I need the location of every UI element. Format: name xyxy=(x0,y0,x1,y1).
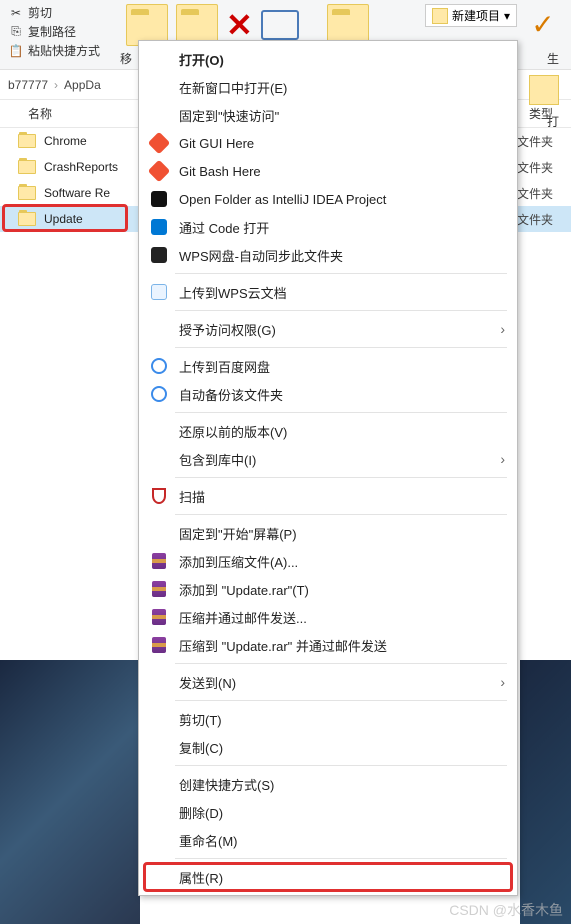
desktop-bg xyxy=(520,660,571,924)
folder-icon xyxy=(18,212,36,226)
ribbon-clipboard-group: ✂剪切 ⎘复制路径 📋粘贴快捷方式 xyxy=(8,4,100,65)
scissors-icon: ✂ xyxy=(8,5,24,21)
menu-restore-versions[interactable]: 还原以前的版本(V) xyxy=(139,417,517,445)
item-type: 文件夹 xyxy=(517,185,571,202)
rename-button[interactable] xyxy=(261,10,299,40)
separator xyxy=(175,273,507,274)
properties-button[interactable]: ✓ xyxy=(523,4,563,44)
copy-path-label: 复制路径 xyxy=(28,23,76,40)
chevron-right-icon: › xyxy=(500,674,505,690)
menu-git-gui[interactable]: Git GUI Here xyxy=(139,129,517,157)
menu-rar-update-email[interactable]: 压缩到 "Update.rar" 并通过邮件发送 xyxy=(139,631,517,659)
cut-button[interactable]: ✂剪切 xyxy=(8,4,100,21)
easy-access-label: 生 xyxy=(547,50,559,67)
desktop-bg xyxy=(0,660,140,924)
item-name: Chrome xyxy=(44,134,87,148)
item-name: Update xyxy=(44,212,83,226)
menu-baidu-upload[interactable]: 上传到百度网盘 xyxy=(139,352,517,380)
shield-icon xyxy=(149,486,169,506)
menu-cut[interactable]: 剪切(T) xyxy=(139,705,517,733)
separator xyxy=(175,514,507,515)
vscode-icon xyxy=(149,217,169,237)
separator xyxy=(175,310,507,311)
rar-icon xyxy=(149,635,169,655)
breadcrumb-seg[interactable]: b77777 xyxy=(8,78,48,92)
ribbon-open-group: 生 打 xyxy=(529,50,559,130)
item-name: CrashReports xyxy=(44,160,118,174)
menu-delete[interactable]: 删除(D) xyxy=(139,798,517,826)
menu-open[interactable]: 打开(O) xyxy=(139,45,517,73)
wps-cloud-icon xyxy=(149,282,169,302)
paste-shortcut-button[interactable]: 📋粘贴快捷方式 xyxy=(8,42,100,59)
folder-icon xyxy=(18,186,36,200)
folder-icon xyxy=(529,75,559,105)
rar-icon xyxy=(149,579,169,599)
separator xyxy=(175,347,507,348)
folder-icon xyxy=(18,160,36,174)
idea-icon xyxy=(149,189,169,209)
baidu-icon xyxy=(149,384,169,404)
path-icon: ⎘ xyxy=(8,24,24,40)
menu-copy[interactable]: 复制(C) xyxy=(139,733,517,761)
separator xyxy=(175,477,507,478)
item-name: Software Re xyxy=(44,186,110,200)
menu-scan[interactable]: 扫描 xyxy=(139,482,517,510)
git-icon xyxy=(149,161,169,181)
chevron-right-icon: › xyxy=(500,451,505,467)
breadcrumb-seg[interactable]: AppDa xyxy=(64,78,101,92)
new-item-label: 新建项目 xyxy=(452,7,500,24)
chevron-right-icon: › xyxy=(500,321,505,337)
baidu-icon xyxy=(149,356,169,376)
chevron-right-icon: › xyxy=(54,78,58,92)
watermark: CSDN @水香木鱼 xyxy=(449,900,563,920)
wps-icon xyxy=(149,245,169,265)
paste-icon: 📋 xyxy=(8,43,24,59)
annotation-highlight xyxy=(143,862,513,892)
separator xyxy=(175,663,507,664)
folder-icon xyxy=(18,134,36,148)
copy-path-button[interactable]: ⎘复制路径 xyxy=(8,23,100,40)
new-folder-icon xyxy=(432,8,448,24)
menu-pin-start[interactable]: 固定到"开始"屏幕(P) xyxy=(139,519,517,547)
menu-create-shortcut[interactable]: 创建快捷方式(S) xyxy=(139,770,517,798)
menu-rar-add[interactable]: 添加到压缩文件(A)... xyxy=(139,547,517,575)
menu-send-to[interactable]: 发送到(N)› xyxy=(139,668,517,696)
menu-git-bash[interactable]: Git Bash Here xyxy=(139,157,517,185)
item-type: 文件夹 xyxy=(517,159,571,176)
paste-shortcut-label: 粘贴快捷方式 xyxy=(28,42,100,59)
menu-grant-access[interactable]: 授予访问权限(G)› xyxy=(139,315,517,343)
rar-icon xyxy=(149,551,169,571)
new-item-dropdown[interactable]: 新建项目 ▾ xyxy=(425,4,517,27)
git-icon xyxy=(149,133,169,153)
menu-baidu-backup[interactable]: 自动备份该文件夹 xyxy=(139,380,517,408)
chevron-down-icon: ▾ xyxy=(504,9,510,23)
separator xyxy=(175,765,507,766)
menu-wps-sync[interactable]: WPS网盘-自动同步此文件夹 xyxy=(139,241,517,269)
item-type: 文件夹 xyxy=(517,211,571,228)
menu-rar-email[interactable]: 压缩并通过邮件发送... xyxy=(139,603,517,631)
menu-rar-update[interactable]: 添加到 "Update.rar"(T) xyxy=(139,575,517,603)
item-type: 文件夹 xyxy=(517,133,571,150)
cut-label: 剪切 xyxy=(28,4,52,21)
separator xyxy=(175,412,507,413)
menu-rename[interactable]: 重命名(M) xyxy=(139,826,517,854)
separator xyxy=(175,700,507,701)
separator xyxy=(175,858,507,859)
move-label: 移 xyxy=(120,50,132,67)
context-menu: 打开(O) 在新窗口中打开(E) 固定到"快速访问" Git GUI Here … xyxy=(138,40,518,896)
menu-intellij[interactable]: Open Folder as IntelliJ IDEA Project xyxy=(139,185,517,213)
rar-icon xyxy=(149,607,169,627)
menu-pin-quick-access[interactable]: 固定到"快速访问" xyxy=(139,101,517,129)
menu-include-library[interactable]: 包含到库中(I)› xyxy=(139,445,517,473)
menu-vscode[interactable]: 通过 Code 打开 xyxy=(139,213,517,241)
menu-open-new-window[interactable]: 在新窗口中打开(E) xyxy=(139,73,517,101)
menu-wps-upload[interactable]: 上传到WPS云文档 xyxy=(139,278,517,306)
